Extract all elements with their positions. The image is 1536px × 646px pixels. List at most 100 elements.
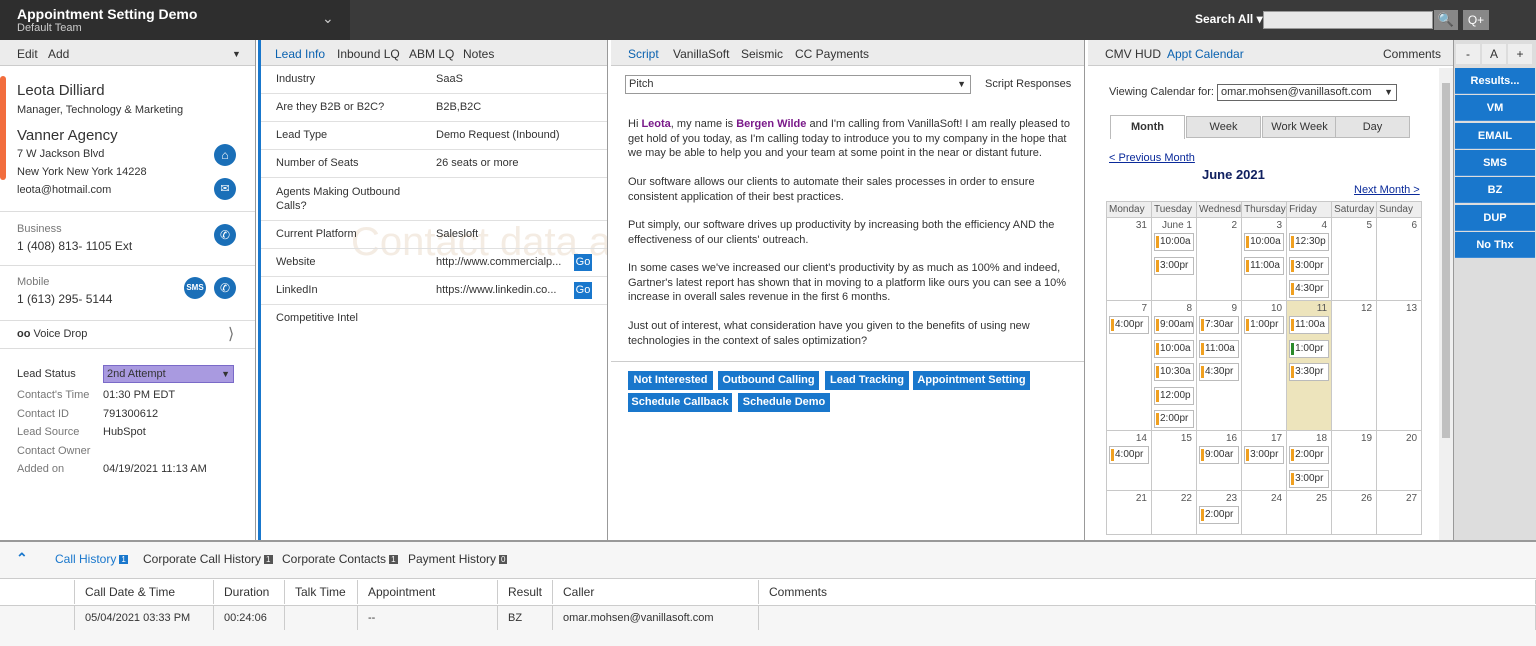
calendar-day-cell[interactable]: 18 2:00pr 3:00pr — [1286, 430, 1333, 491]
view-month[interactable]: Month — [1110, 115, 1185, 139]
calendar-event[interactable]: 4:00pr — [1109, 446, 1149, 464]
calendar-day-cell[interactable]: 23 2:00pr — [1195, 490, 1243, 535]
history-column-header[interactable]: Talk Time — [285, 580, 358, 604]
outbound-calling-button[interactable]: Outbound Calling — [718, 371, 819, 390]
calendar-day-cell[interactable]: 12 — [1331, 300, 1378, 431]
sms-icon[interactable]: SMS — [184, 277, 206, 299]
voice-drop-item[interactable]: oo Voice Drop — [17, 328, 87, 340]
calendar-event[interactable]: 3:00pr — [1289, 256, 1330, 275]
schedule-demo-button[interactable]: Schedule Demo — [738, 393, 830, 412]
view-week[interactable]: Week — [1186, 116, 1261, 138]
calendar-day-cell[interactable]: 24 — [1241, 490, 1288, 535]
search-icon[interactable]: 🔍 — [1434, 10, 1458, 30]
history-column-header[interactable]: Duration — [214, 580, 285, 604]
tab-vanillasoft[interactable]: VanillaSoft — [673, 47, 729, 61]
history-column-header[interactable]: Comments — [759, 580, 1536, 604]
lead-status-select[interactable]: 2nd Attempt ▼ — [103, 365, 234, 383]
calendar-scrollbar[interactable] — [1439, 68, 1453, 540]
calendar-user-select[interactable]: omar.mohsen@vanillasoft.com ▼ — [1217, 84, 1397, 101]
lead-tracking-button[interactable]: Lead Tracking — [825, 371, 909, 390]
history-column-header[interactable]: Result — [498, 580, 553, 604]
history-tab[interactable]: Corporate Contacts 1 — [282, 552, 398, 566]
tab-seismic[interactable]: Seismic — [741, 47, 783, 61]
history-tab[interactable]: Corporate Call History 1 — [143, 552, 273, 566]
schedule-callback-button[interactable]: Schedule Callback — [628, 393, 732, 412]
calendar-day-cell[interactable]: 13 — [1376, 300, 1423, 431]
action-results-button[interactable]: Results... — [1455, 68, 1535, 94]
calendar-event[interactable]: 3:30pr — [1289, 363, 1330, 381]
go-button[interactable]: Go — [574, 254, 592, 271]
calendar-day-cell[interactable]: 16 9:00ar — [1195, 430, 1243, 491]
history-tab[interactable]: Payment History 0 — [408, 552, 508, 566]
calendar-day-cell[interactable]: 6 — [1376, 217, 1423, 301]
calendar-event[interactable]: 12:30p — [1289, 233, 1330, 251]
zoom-out-button[interactable]: - — [1456, 44, 1480, 64]
comments-tab[interactable]: Comments — [1383, 47, 1441, 61]
calendar-event[interactable]: 9:00am — [1154, 316, 1194, 334]
calendar-day-cell[interactable]: 2 — [1195, 217, 1243, 301]
calendar-day-cell[interactable]: 19 — [1331, 430, 1378, 491]
calendar-event[interactable]: 1:00pr — [1244, 316, 1285, 334]
calendar-day-cell[interactable]: 26 — [1331, 490, 1378, 535]
calendar-event[interactable]: 11:00a — [1244, 256, 1285, 275]
contact-email[interactable]: leota@hotmail.com — [17, 184, 111, 196]
action-bz-button[interactable]: BZ — [1455, 177, 1535, 204]
previous-month-link[interactable]: < Previous Month — [1109, 152, 1195, 164]
calendar-day-cell[interactable]: 15 — [1151, 430, 1197, 491]
calendar-day-cell[interactable]: 21 — [1106, 490, 1152, 535]
calendar-event[interactable]: 7:30ar — [1199, 316, 1239, 334]
not-interested-button[interactable]: Not Interested — [628, 371, 713, 390]
history-column-header[interactable]: Appointment — [358, 580, 498, 604]
tab-lead-info[interactable]: Lead Info — [275, 47, 325, 61]
script-responses-link[interactable]: Script Responses — [985, 78, 1071, 90]
collapse-icon[interactable]: ⌃ — [16, 550, 28, 567]
script-select[interactable]: Pitch ▼ — [625, 75, 971, 94]
tab-cc-payments[interactable]: CC Payments — [795, 47, 869, 61]
calendar-event[interactable]: 9:00ar — [1199, 446, 1239, 464]
chevron-right-icon[interactable]: ⟩ — [228, 324, 234, 344]
history-tab[interactable]: Call History 1 — [48, 542, 128, 574]
calendar-event[interactable]: 2:00pr — [1289, 446, 1330, 464]
edit-menu[interactable]: Edit — [17, 47, 38, 61]
calendar-event[interactable]: 11:00a — [1289, 316, 1330, 334]
go-button[interactable]: Go — [574, 282, 592, 299]
add-menu[interactable]: Add — [48, 47, 69, 61]
advanced-search-icon[interactable]: Q+ — [1463, 10, 1489, 30]
phone-icon[interactable]: ✆ — [214, 277, 236, 299]
lead-field-value[interactable]: http://www.commercialp... — [436, 256, 561, 268]
tab-abm-lq[interactable]: ABM LQ — [409, 47, 454, 61]
action-nothx-button[interactable]: No Thx — [1455, 231, 1535, 258]
home-icon[interactable]: ⌂ — [214, 144, 236, 166]
tab-appt-calendar[interactable]: Appt Calendar — [1167, 47, 1244, 61]
action-sms-button[interactable]: SMS — [1455, 149, 1535, 176]
calendar-day-cell[interactable]: June 1 10:00a 3:00pr — [1151, 217, 1197, 301]
search-scope-dropdown[interactable]: Search All ▾ — [1195, 12, 1263, 26]
view-day[interactable]: Day — [1335, 116, 1410, 138]
calendar-event[interactable]: 2:00pr — [1154, 410, 1194, 428]
calendar-event[interactable]: 12:00p — [1154, 386, 1194, 405]
calendar-day-cell[interactable]: 9 7:30ar 11:00a 4:30pr — [1195, 300, 1243, 431]
action-vm-button[interactable]: VM — [1455, 95, 1535, 122]
calendar-day-cell[interactable]: 20 — [1376, 430, 1423, 491]
action-dup-button[interactable]: DUP — [1455, 204, 1535, 231]
calendar-event[interactable]: 2:00pr — [1199, 506, 1239, 524]
tab-inbound-lq[interactable]: Inbound LQ — [337, 47, 400, 61]
tab-script[interactable]: Script — [628, 47, 659, 61]
calendar-day-cell[interactable]: 31 — [1106, 217, 1152, 301]
calendar-event[interactable]: 11:00a — [1199, 339, 1239, 358]
calendar-day-cell[interactable]: 14 4:00pr — [1106, 430, 1152, 491]
action-email-button[interactable]: EMAIL — [1455, 122, 1535, 149]
calendar-day-cell[interactable]: 11 11:00a 1:00pr 3:30pr — [1286, 300, 1333, 431]
calendar-day-cell[interactable]: 17 3:00pr — [1241, 430, 1288, 491]
calendar-event[interactable]: 4:00pr — [1109, 316, 1149, 334]
calendar-event[interactable]: 4:30pr — [1289, 280, 1330, 298]
appointment-setting-button[interactable]: Appointment Setting — [913, 371, 1030, 390]
tab-cmv-hud[interactable]: CMV HUD — [1105, 47, 1161, 61]
view-work-week[interactable]: Work Week — [1262, 116, 1337, 138]
lead-field-value[interactable]: https://www.linkedin.co... — [436, 284, 556, 296]
email-icon[interactable]: ✉ — [214, 178, 236, 200]
calendar-day-cell[interactable]: 3 10:00a 11:00a — [1241, 217, 1288, 301]
calendar-day-cell[interactable]: 4 12:30p 3:00pr 4:30pr — [1286, 217, 1333, 301]
history-column-header[interactable]: Call Date & Time — [75, 580, 214, 604]
calendar-event[interactable]: 3:00pr — [1244, 446, 1285, 464]
